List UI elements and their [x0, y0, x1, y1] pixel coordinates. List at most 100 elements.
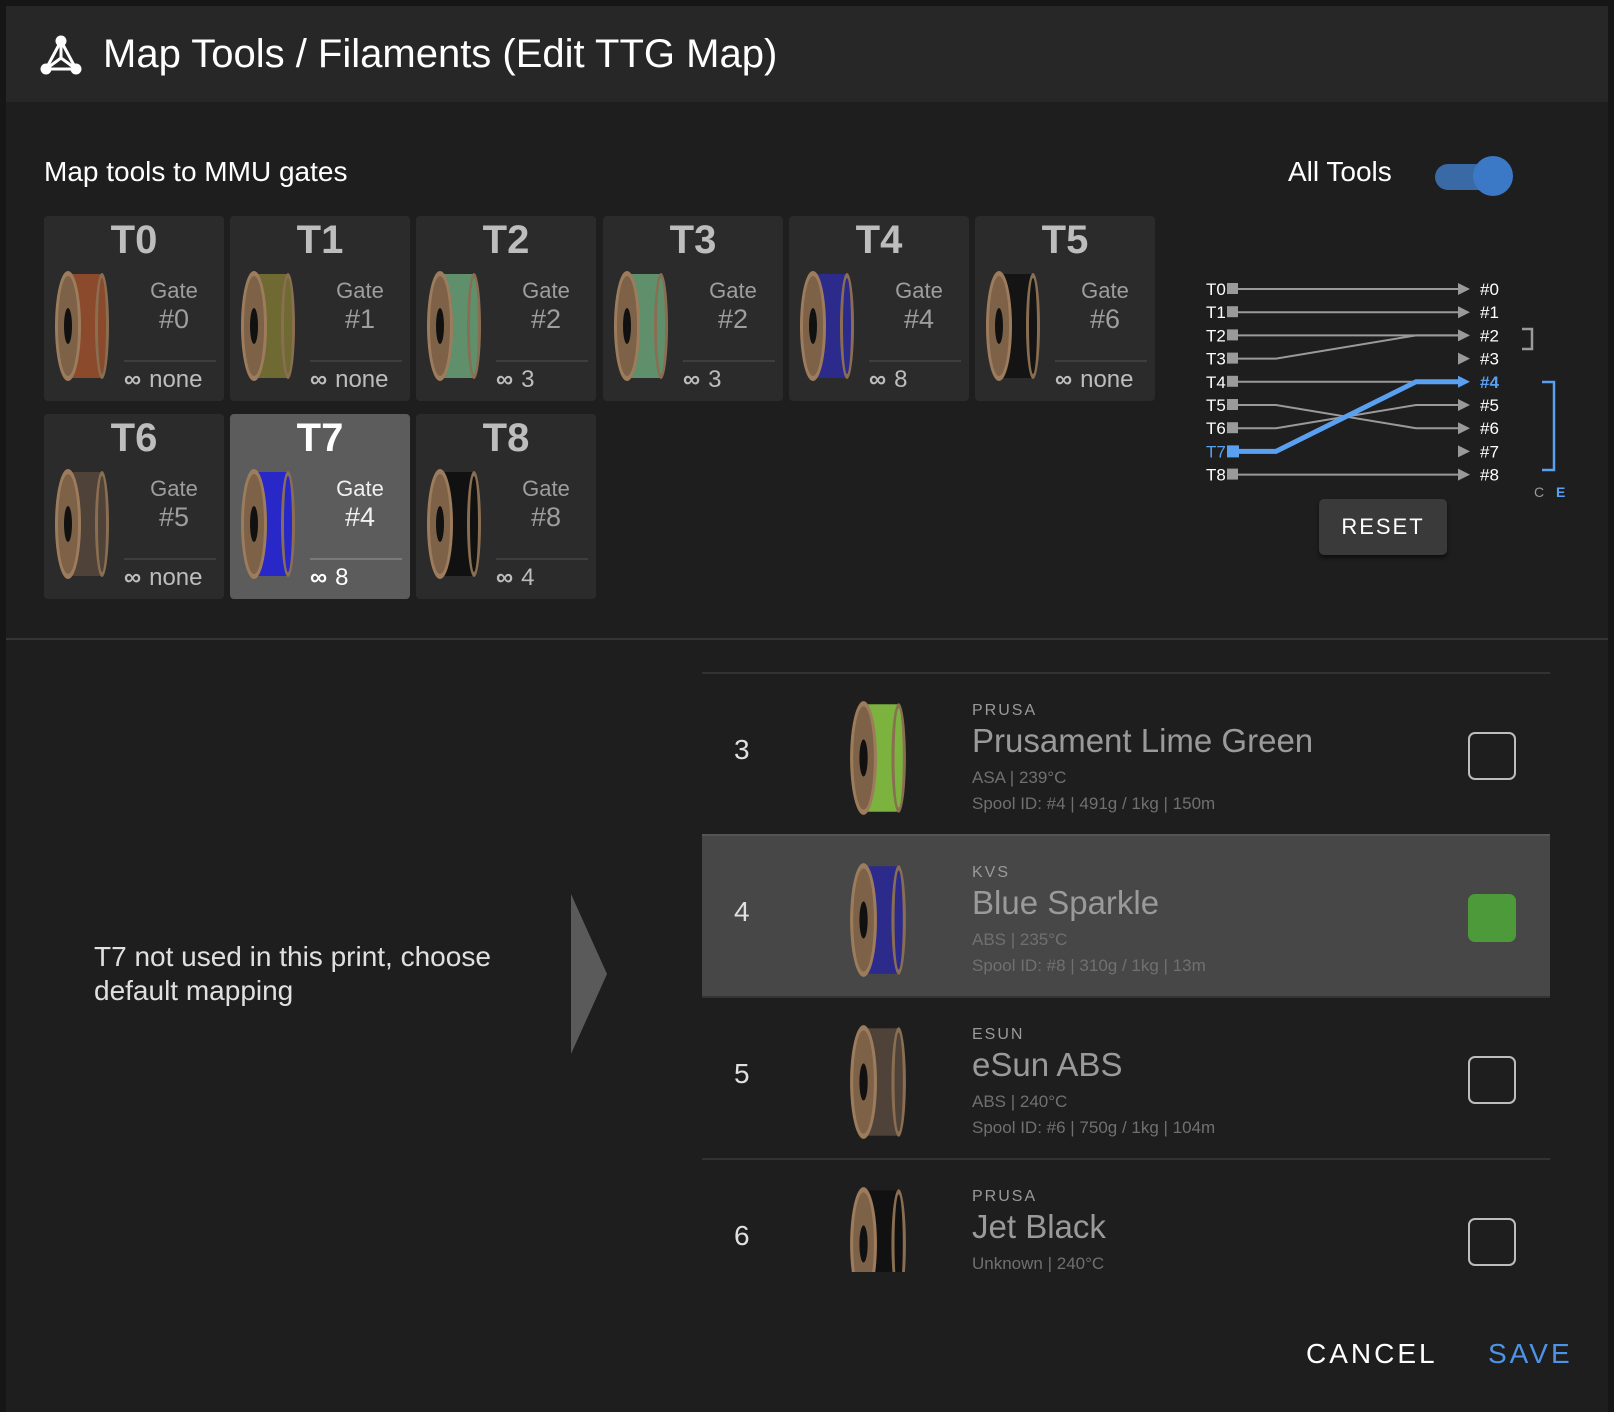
- map-tool-node: [1227, 283, 1238, 294]
- gate-row[interactable]: 4 KVS Blue Sparkle ABS | 235°C Spool ID: #8 …: [702, 834, 1550, 996]
- save-button[interactable]: SAVE: [1488, 1338, 1573, 1370]
- map-gate-label: #0: [1480, 280, 1499, 299]
- tool-card-t0[interactable]: T0 Gate #0 ∞ none: [44, 216, 224, 401]
- endless-spool-value: 3: [708, 366, 722, 393]
- map-gate-arrow: [1458, 399, 1470, 411]
- all-tools-toggle[interactable]: [1431, 156, 1513, 196]
- map-tool-label: T3: [1206, 350, 1226, 369]
- tool-card-t3[interactable]: T3 Gate #2 ∞ 3: [603, 216, 783, 401]
- infinity-icon: ∞: [124, 366, 142, 393]
- filament-vendor: KVS: [972, 864, 1011, 881]
- filament-name: Prusament Lime Green: [972, 722, 1314, 759]
- mmu-network-icon: [40, 35, 82, 75]
- gate-number: #5: [158, 502, 190, 532]
- map-tool-node: [1227, 422, 1238, 434]
- gate-row[interactable]: 5 ESUN eSun ABS ABS | 240°C Spool ID: #6 | 7…: [702, 996, 1550, 1158]
- tool-name: T6: [110, 416, 158, 460]
- spool-icon: [241, 271, 295, 381]
- filament-material: ABS | 235°C: [972, 930, 1068, 949]
- map-tool-label: T6: [1206, 419, 1226, 438]
- map-gate-label: #1: [1480, 303, 1499, 322]
- map-gate-label: #8: [1480, 466, 1499, 485]
- tool-name: T0: [110, 218, 158, 262]
- arrow-right-icon: [571, 894, 607, 1054]
- tool-card-t7[interactable]: T7 Gate #4 ∞ 8: [230, 414, 410, 599]
- map-gate-label: #4: [1480, 373, 1499, 392]
- tool-card-t4[interactable]: T4 Gate #4 ∞ 8: [789, 216, 969, 401]
- spool-icon: [986, 271, 1040, 381]
- endless-spool-value: 4: [521, 564, 535, 591]
- card-divider: [310, 360, 402, 362]
- gate-label: Gate: [895, 278, 943, 303]
- toggle-knob: [1473, 156, 1513, 196]
- tool-card-t8[interactable]: T8 Gate #8 ∞ 4: [416, 414, 596, 599]
- endless-spool-group: ∞ none: [310, 366, 389, 394]
- map-tool-node: [1227, 352, 1238, 364]
- section-divider: [6, 638, 1608, 640]
- endless-spool-group: ∞ 3: [496, 366, 534, 394]
- spool-icon: [850, 701, 906, 815]
- card-divider: [683, 360, 775, 362]
- filament-vendor: PRUSA: [972, 1188, 1038, 1205]
- gate-row[interactable]: 6 PRUSA Jet Black Unknown | 240°C: [702, 1158, 1550, 1272]
- filament-material: ASA | 239°C: [972, 768, 1067, 787]
- gate-number: 6: [734, 1220, 750, 1251]
- card-divider: [124, 558, 216, 560]
- filament-vendor: PRUSA: [972, 702, 1038, 719]
- cancel-button[interactable]: CANCEL: [1306, 1338, 1438, 1370]
- gate-number: #8: [530, 502, 562, 532]
- spool-info: Spool ID: #6 | 750g / 1kg | 104m: [972, 1118, 1216, 1137]
- mapping-hint: T7 not used in this print, choose defaul…: [94, 941, 491, 1006]
- gate-number: #6: [1089, 304, 1121, 334]
- spool-icon: [614, 271, 668, 381]
- tool-card-t5[interactable]: T5 Gate #6 ∞ none: [975, 216, 1155, 401]
- map-gate-arrow: [1458, 352, 1470, 365]
- endless-spool-group: ∞ 8: [310, 564, 348, 592]
- tool-card-t1[interactable]: T1 Gate #1 ∞ none: [230, 216, 410, 401]
- gate-row[interactable]: 3 PRUSA Prusament Lime Green ASA | 239°C Spo…: [702, 672, 1550, 834]
- tool-card-t6[interactable]: T6 Gate #5 ∞ none: [44, 414, 224, 599]
- map-gate-arrow: [1458, 306, 1470, 319]
- map-tool-node: [1227, 306, 1238, 318]
- filament-material: Unknown | 240°C: [972, 1254, 1105, 1272]
- gate-number: #0: [158, 304, 190, 334]
- map-gate-label: #3: [1480, 350, 1499, 369]
- gate-number: #4: [344, 502, 376, 532]
- gate-checkbox[interactable]: [1468, 732, 1516, 780]
- map-tool-label: T0: [1206, 280, 1226, 299]
- infinity-icon: ∞: [683, 366, 701, 393]
- edit-ttg-map-dialog: Map Tools / Filaments (Edit TTG Map) Map…: [6, 6, 1608, 1412]
- dialog-title: Map Tools / Filaments (Edit TTG Map): [103, 32, 778, 76]
- card-divider: [124, 360, 216, 362]
- spool-icon: [55, 271, 109, 381]
- map-tool-label: T4: [1206, 373, 1226, 392]
- endless-spool-group: ∞ none: [124, 564, 203, 592]
- spool-icon: [800, 271, 854, 381]
- filament-name: eSun ABS: [972, 1046, 1123, 1083]
- endless-spool-group: ∞ none: [1055, 366, 1134, 394]
- spool-icon: [850, 1025, 906, 1139]
- gate-label: Gate: [709, 278, 757, 303]
- gate-checkbox[interactable]: [1468, 1056, 1516, 1104]
- c-label: C: [1534, 484, 1544, 500]
- gate-checkbox[interactable]: [1468, 1218, 1516, 1266]
- gate-label: Gate: [1081, 278, 1129, 303]
- reset-button[interactable]: RESET: [1319, 499, 1447, 555]
- endless-spool-value: none: [149, 564, 203, 591]
- endless-spool-value: 8: [335, 564, 349, 591]
- map-gate-label: #6: [1480, 419, 1499, 438]
- endless-bracket: [1542, 380, 1556, 472]
- map-gate-label: #7: [1480, 442, 1499, 461]
- tool-card-t2[interactable]: T2 Gate #2 ∞ 3: [416, 216, 596, 401]
- gate-list: 3 PRUSA Prusament Lime Green ASA | 239°C Spo…: [702, 672, 1550, 1272]
- map-tool-label: T8: [1206, 466, 1226, 485]
- gate-checkbox[interactable]: [1468, 894, 1516, 942]
- endless-spool-group: ∞ 4: [496, 564, 534, 592]
- filament-vendor: ESUN: [972, 1026, 1025, 1043]
- card-divider: [496, 360, 588, 362]
- all-tools-label: All Tools: [1288, 156, 1392, 187]
- map-gate-arrow: [1458, 329, 1470, 342]
- map-tool-node: [1227, 468, 1238, 480]
- filament-name: Blue Sparkle: [972, 884, 1160, 921]
- map-tool-label: T5: [1206, 396, 1226, 415]
